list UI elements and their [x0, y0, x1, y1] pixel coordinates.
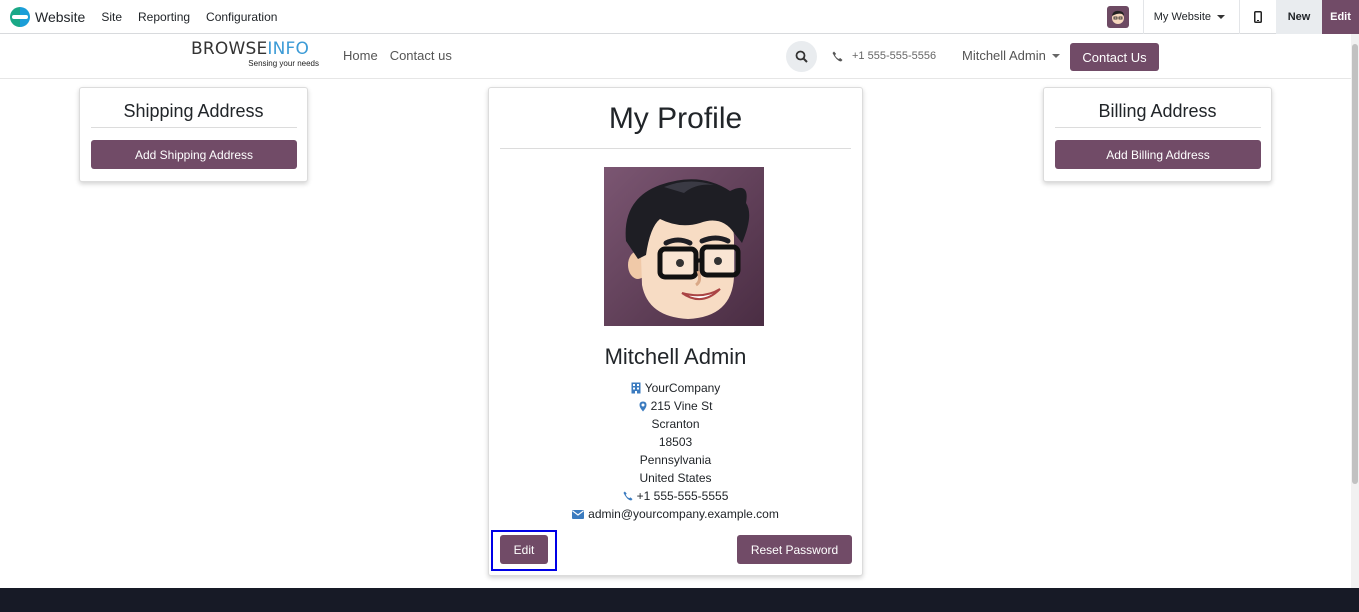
my-profile-card: My Profile Mitchell Admin YourCompany 21…: [488, 87, 863, 576]
odoo-top-bar: Website Site Reporting Configuration My …: [0, 0, 1359, 34]
app-name: Website: [35, 8, 86, 25]
phone-icon: [623, 491, 633, 501]
contact-us-button[interactable]: Contact Us: [1070, 43, 1159, 71]
shipping-address-title: Shipping Address: [123, 101, 264, 121]
search-icon: [795, 50, 808, 63]
topbar-right: My Website New Edit: [1106, 0, 1359, 34]
add-billing-address-button[interactable]: Add Billing Address: [1055, 140, 1261, 169]
brand-name-accent: INFO: [267, 39, 310, 59]
page-scrollbar[interactable]: [1351, 34, 1359, 588]
add-shipping-address-button[interactable]: Add Shipping Address: [91, 140, 297, 169]
new-button[interactable]: New: [1276, 0, 1322, 34]
nav-contact-us[interactable]: Contact us: [390, 48, 452, 63]
profile-name: Mitchell Admin: [604, 344, 747, 369]
brand-name-main: BROWSE: [191, 39, 268, 59]
brand-tagline: Sensing your needs: [248, 59, 319, 68]
header-phone-number: +1 555-555-5556: [852, 50, 937, 62]
profile-title: My Profile: [608, 102, 743, 135]
edit-profile-button[interactable]: Edit: [500, 535, 548, 564]
website-app-logo[interactable]: Website: [10, 6, 86, 27]
profile-street: 215 Vine St: [650, 399, 713, 413]
scrollbar-thumb[interactable]: [1352, 44, 1358, 484]
profile-email: admin@yourcompany.example.com: [588, 507, 779, 521]
profile-company: YourCompany: [644, 381, 721, 395]
mobile-preview-button[interactable]: [1240, 0, 1276, 34]
profile-street-row: 215 Vine St: [489, 397, 862, 415]
reset-password-button[interactable]: Reset Password: [737, 535, 852, 564]
profile-phone-row: +1 555-555-5555: [489, 487, 862, 505]
edit-website-button[interactable]: Edit: [1322, 0, 1359, 34]
main-nav: Home Contact us: [343, 48, 452, 63]
phone-icon: [832, 51, 843, 61]
caret-down-icon: [1217, 15, 1225, 19]
menu-site[interactable]: Site: [101, 10, 122, 24]
nav-home[interactable]: Home: [343, 48, 378, 63]
shipping-address-card: Shipping Address Add Shipping Address: [79, 87, 308, 182]
profile-country: United States: [639, 471, 712, 485]
website-selector-label: My Website: [1153, 11, 1211, 23]
billing-address-title: Billing Address: [1098, 101, 1217, 121]
user-avatar-icon[interactable]: [1106, 6, 1129, 28]
website-header: BROWSEINFO Sensing your needs Home Conta…: [0, 34, 1351, 79]
divider: [91, 127, 297, 128]
profile-company-row: YourCompany: [489, 379, 862, 397]
caret-down-icon: [1051, 53, 1060, 58]
menu-reporting[interactable]: Reporting: [138, 10, 190, 24]
profile-city: Scranton: [651, 417, 700, 431]
profile-avatar: [604, 167, 764, 326]
odoo-website-icon: [10, 6, 30, 27]
top-menu: Site Reporting Configuration: [101, 10, 293, 24]
brand-name: BROWSEINFO: [191, 40, 321, 58]
search-button[interactable]: [786, 41, 817, 72]
profile-state: Pennsylvania: [639, 453, 712, 467]
envelope-icon: [572, 509, 585, 519]
user-menu[interactable]: Mitchell Admin: [962, 48, 1060, 63]
brand-logo[interactable]: BROWSEINFO Sensing your needs: [191, 40, 321, 70]
page-footer: [0, 588, 1359, 612]
header-phone[interactable]: +1 555-555-5556: [832, 50, 936, 62]
billing-address-card: Billing Address Add Billing Address: [1043, 87, 1272, 182]
divider: [1055, 127, 1261, 128]
profile-details: YourCompany 215 Vine St Scranton 18503 P…: [489, 379, 862, 523]
map-marker-icon: [639, 401, 647, 412]
mobile-phone-icon: [1254, 11, 1262, 23]
user-menu-label: Mitchell Admin: [962, 48, 1046, 63]
profile-zip: 18503: [658, 435, 693, 449]
profile-email-row: admin@yourcompany.example.com: [489, 505, 862, 523]
building-icon: [631, 382, 641, 394]
menu-configuration[interactable]: Configuration: [206, 10, 277, 24]
profile-phone: +1 555-555-5555: [636, 489, 729, 503]
website-selector[interactable]: My Website: [1144, 11, 1239, 23]
divider: [500, 148, 851, 149]
